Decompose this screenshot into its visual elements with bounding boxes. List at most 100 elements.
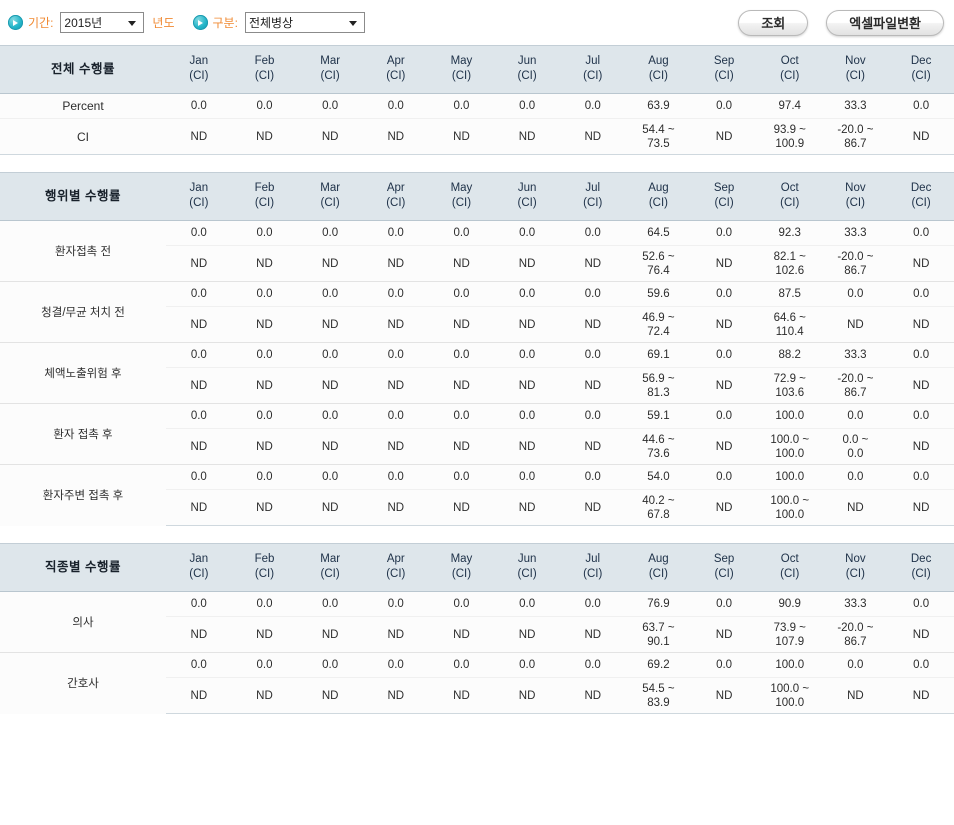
percent-cell: 100.0 — [756, 464, 823, 490]
month-label: Sep — [713, 182, 735, 194]
table-section: 행위별 수행률 Jan (CI) Feb (CI) Mar (CI) Apr (CI) May (C… — [0, 172, 954, 526]
period-filter-group: 기간: 2015년 년도 — [8, 12, 193, 33]
search-button[interactable]: 조회 — [738, 9, 809, 36]
ci-cell: ND — [822, 489, 889, 526]
ci-cell: 100.0 ~ 100.0 — [756, 428, 823, 465]
arrow-circle-icon — [192, 15, 208, 30]
month-label: Jan — [189, 553, 209, 565]
month-label: May — [450, 55, 473, 67]
table-row: CI ND ND ND ND ND ND ND 54.4 ~ 73.5 ND 93.9 ~ 100.… — [0, 118, 954, 155]
month-label: Oct — [780, 55, 799, 67]
percent-cell: 0.0 — [231, 342, 298, 368]
ci-cell: ND — [494, 616, 560, 653]
ci-sublabel: (CI) — [254, 568, 275, 580]
row-label: 간호사 — [0, 652, 166, 714]
ci-cell: ND — [231, 118, 298, 155]
ci-cell: ND — [362, 616, 429, 653]
percent-cell: 33.3 — [822, 591, 889, 617]
year-select[interactable]: 2015년 — [60, 12, 145, 33]
section-gap — [0, 155, 954, 172]
column-header-apr: Apr (CI) — [362, 45, 429, 94]
percent-cell: 0.0 — [494, 652, 560, 678]
percent-cell: 0.0 — [494, 464, 560, 490]
ci-sublabel: (CI) — [517, 568, 537, 580]
ci-sublabel: (CI) — [254, 70, 275, 82]
column-header-apr: Apr (CI) — [362, 172, 429, 221]
month-label: Mar — [320, 182, 341, 194]
month-label: Jan — [189, 55, 209, 67]
percent-cell: 0.0 — [494, 281, 560, 307]
section-title: 전체 수행률 — [0, 45, 166, 94]
ci-sublabel: (CI) — [845, 197, 865, 209]
ci-cell: ND — [231, 306, 298, 343]
ci-cell: ND — [888, 245, 954, 282]
ci-cell: ND — [362, 245, 429, 282]
percent-cell: 0.0 — [494, 220, 560, 246]
ci-cell: ND — [559, 489, 626, 526]
column-header-may: May (CI) — [428, 543, 495, 592]
ci-cell: 54.5 ~ 83.9 — [625, 677, 692, 714]
ci-sublabel: (CI) — [911, 70, 931, 82]
ci-cell: ND — [888, 118, 954, 155]
month-label: Jun — [517, 553, 537, 565]
percent-cell: 33.3 — [822, 93, 889, 119]
percent-cell: 0.0 — [559, 342, 626, 368]
ci-sublabel: (CI) — [386, 70, 406, 82]
percent-cell: 0.0 — [691, 281, 757, 307]
ci-cell: 0.0 ~ 0.0 — [822, 428, 889, 465]
column-header-aug: Aug (CI) — [625, 45, 692, 94]
column-header-sep: Sep (CI) — [691, 172, 757, 221]
ci-cell: ND — [166, 367, 232, 404]
ci-cell: -20.0 ~ 86.7 — [822, 118, 889, 155]
column-header-sep: Sep (CI) — [691, 45, 757, 94]
ci-cell: ND — [888, 677, 954, 714]
percent-cell: 64.5 — [625, 220, 692, 246]
ci-sublabel: (CI) — [254, 197, 275, 209]
table-row: 환자접촉 전 0.0 0.0 0.0 0.0 0.0 0.0 0.0 64.5 0.0 92.3 33… — [0, 220, 954, 282]
percent-cell: 0.0 — [362, 93, 429, 119]
percent-cell: 0.0 — [822, 652, 889, 678]
percent-cell: 0.0 — [888, 93, 954, 119]
column-header-dec: Dec (CI) — [888, 543, 954, 592]
ci-cell: ND — [428, 677, 495, 714]
excel-export-button[interactable]: 엑셀파일변환 — [826, 9, 944, 36]
ci-cell: ND — [691, 616, 757, 653]
month-label: Feb — [254, 55, 275, 67]
column-header-jan: Jan (CI) — [166, 172, 232, 221]
division-select[interactable]: 전체병상 — [244, 12, 365, 33]
column-header-feb: Feb (CI) — [231, 172, 298, 221]
column-header-aug: Aug (CI) — [625, 172, 692, 221]
ci-cell: ND — [166, 489, 232, 526]
row-label: 환자접촉 전 — [0, 220, 166, 282]
ci-sublabel: (CI) — [911, 568, 931, 580]
percent-cell: 0.0 — [559, 281, 626, 307]
ci-sublabel: (CI) — [189, 568, 209, 580]
month-label: Nov — [845, 55, 866, 67]
percent-cell: 0.0 — [691, 403, 757, 429]
percent-cell: 0.0 — [559, 220, 626, 246]
month-label: Jan — [189, 182, 209, 194]
month-label: Jul — [585, 553, 601, 565]
ci-cell: ND — [166, 616, 232, 653]
ci-sublabel: (CI) — [320, 70, 340, 82]
column-header-dec: Dec (CI) — [888, 45, 954, 94]
column-header-jul: Jul (CI) — [559, 543, 626, 592]
percent-cell: 0.0 — [297, 591, 363, 617]
percent-cell: 0.0 — [428, 220, 495, 246]
percent-cell: 0.0 — [166, 591, 232, 617]
row-label: 체액노출위험 후 — [0, 342, 166, 404]
percent-cell: 0.0 — [888, 342, 954, 368]
column-header-jun: Jun (CI) — [494, 172, 560, 221]
row-label: 청결/무균 처치 전 — [0, 281, 166, 343]
ci-cell: ND — [888, 489, 954, 526]
table-row: 간호사 0.0 0.0 0.0 0.0 0.0 0.0 0.0 69.2 0.0 100.0 0.0 0… — [0, 652, 954, 714]
table-row: Percent 0.0 0.0 0.0 0.0 0.0 0.0 0.0 63.9 0.0 97.4 3… — [0, 93, 954, 119]
percent-cell: 0.0 — [559, 403, 626, 429]
percent-cell: 0.0 — [231, 403, 298, 429]
table-header-row: 행위별 수행률 Jan (CI) Feb (CI) Mar (CI) Apr (CI) May (C… — [0, 172, 954, 221]
column-header-nov: Nov (CI) — [822, 543, 889, 592]
ci-cell: ND — [297, 616, 363, 653]
section-title: 직종별 수행률 — [0, 543, 166, 592]
percent-cell: 0.0 — [297, 220, 363, 246]
percent-cell: 0.0 — [297, 652, 363, 678]
